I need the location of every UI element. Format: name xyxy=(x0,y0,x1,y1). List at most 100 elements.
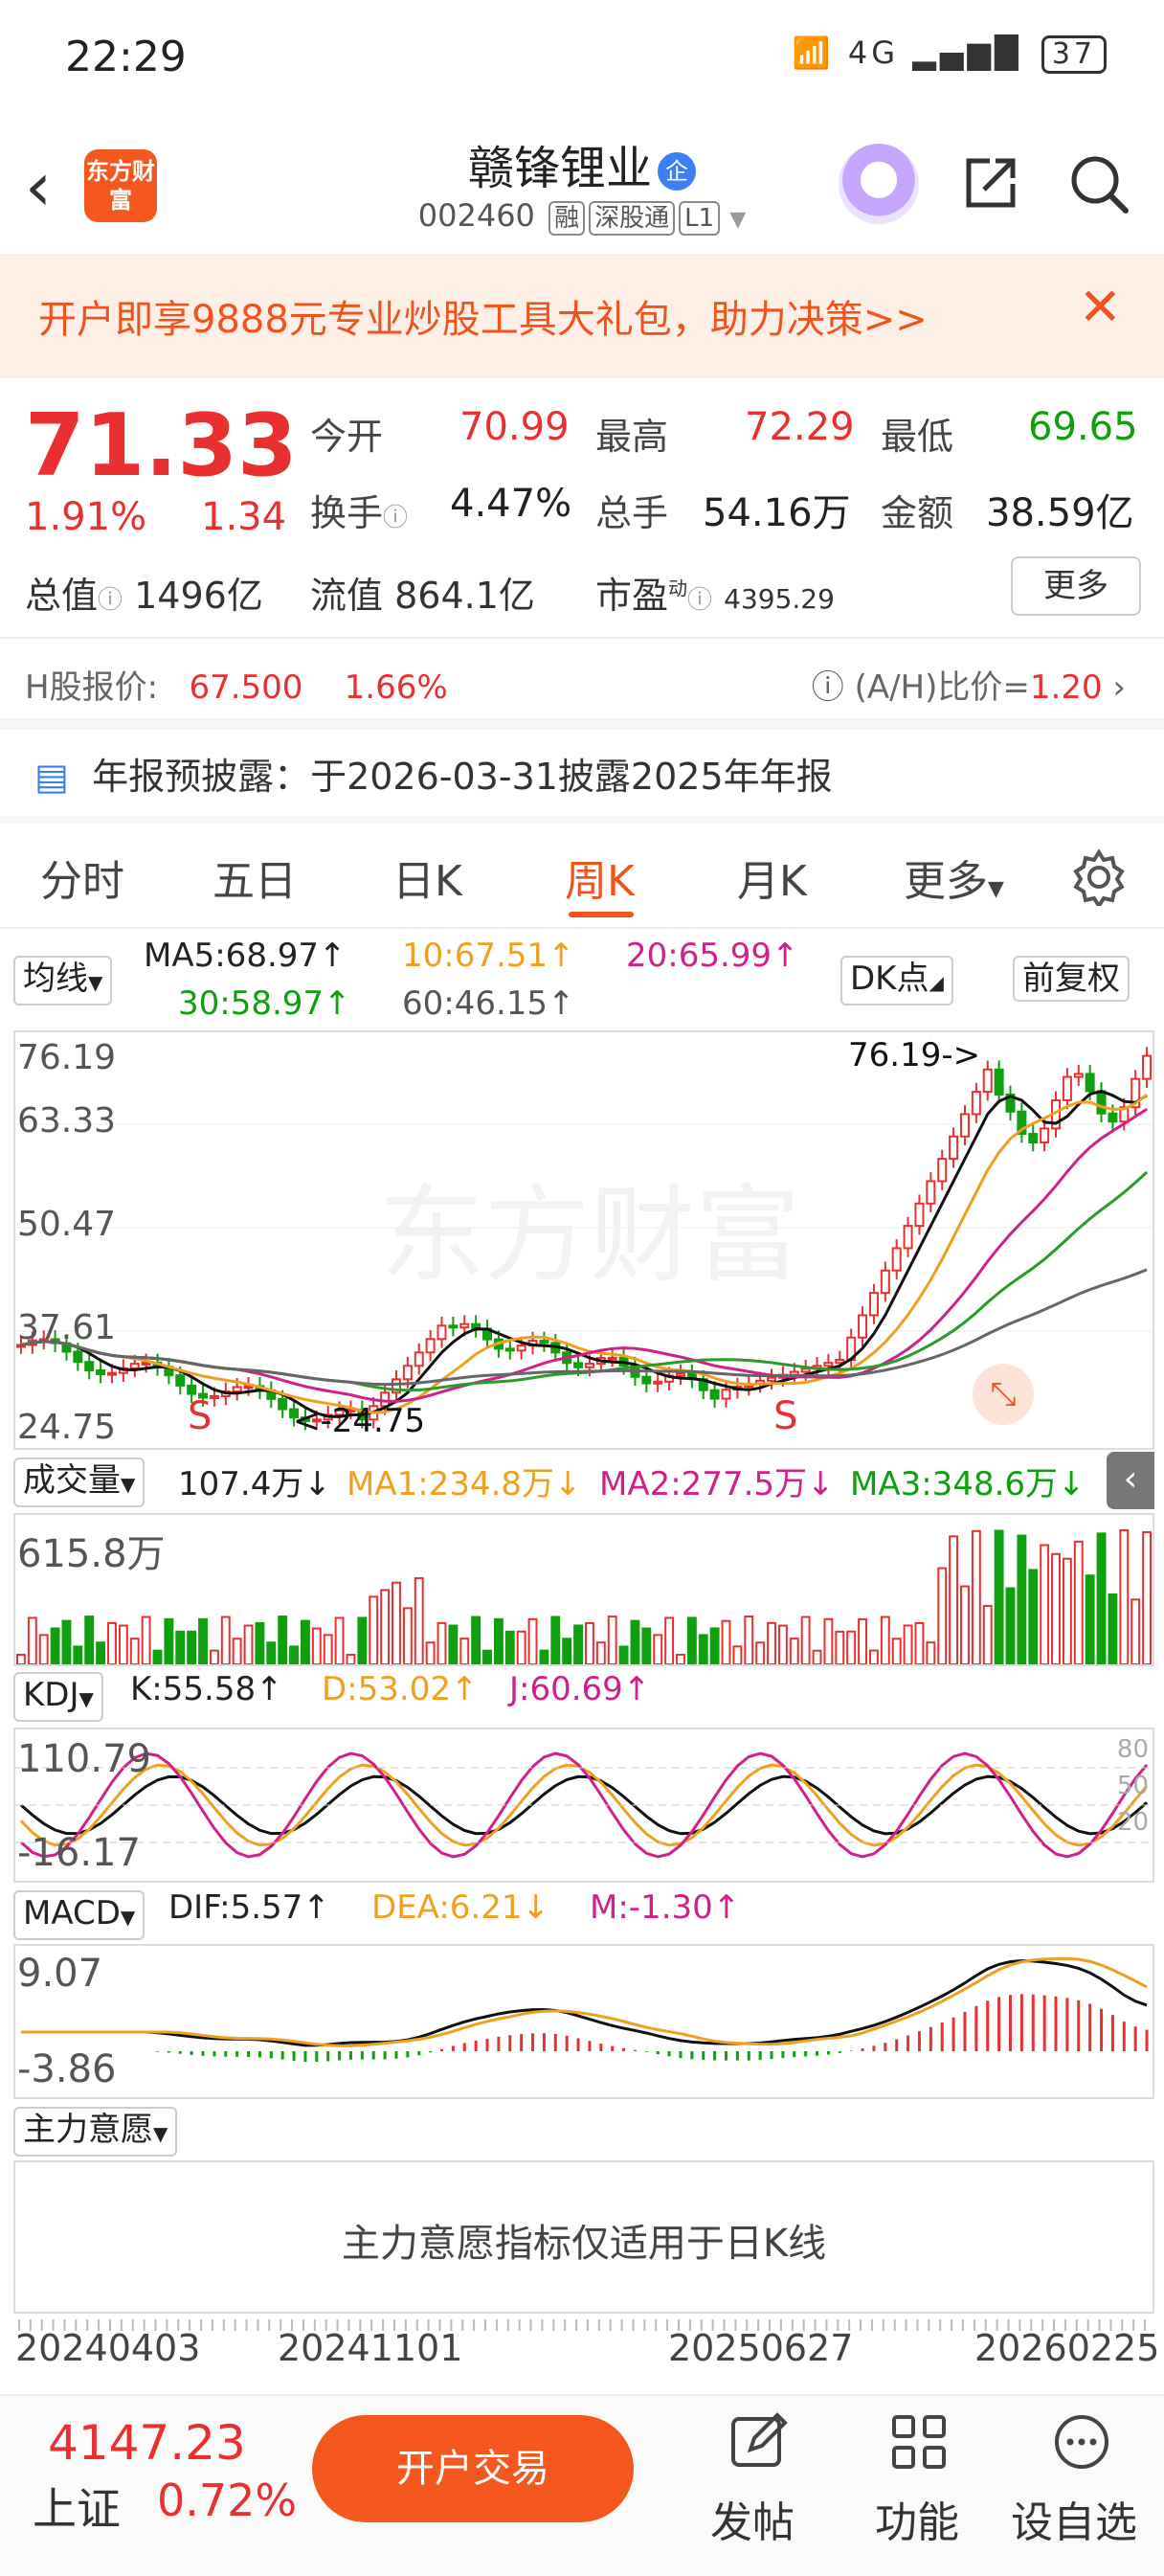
search-icon[interactable] xyxy=(1068,153,1130,215)
volume-bar xyxy=(835,1630,845,1664)
index-value[interactable]: 4147.23 xyxy=(48,2415,246,2471)
candle xyxy=(1096,1090,1107,1115)
volume-bar xyxy=(220,1616,231,1664)
kdj-y-top: 110.79 xyxy=(17,1737,151,1781)
volume-bar xyxy=(243,1624,254,1664)
kdj-chart[interactable]: 110.79 -16.17 80 50 20 xyxy=(13,1728,1154,1883)
index-name[interactable]: 上证 xyxy=(33,2474,121,2538)
volume-bar xyxy=(118,1624,128,1664)
volume-bar xyxy=(357,1616,368,1664)
macd-m: M:-1.30↑ xyxy=(590,1888,741,1927)
candle xyxy=(1073,1073,1084,1078)
edit-post-icon[interactable] xyxy=(728,2411,789,2473)
tab-monthly[interactable]: 月K xyxy=(737,847,807,908)
macd-selector[interactable]: MACD▼ xyxy=(13,1890,146,1940)
volume-selector[interactable]: 成交量▼ xyxy=(13,1457,146,1507)
volume-bar xyxy=(323,1634,333,1664)
volume-bar xyxy=(493,1617,504,1664)
sell-signal[interactable]: S xyxy=(188,1394,212,1438)
chevron-down-icon[interactable]: ▼ xyxy=(729,208,746,232)
volume-bar xyxy=(926,1641,936,1664)
candle xyxy=(425,1338,436,1354)
volume-bar xyxy=(994,1529,1004,1664)
candle xyxy=(653,1380,663,1385)
wifi-icon: 📶 xyxy=(792,34,835,71)
volume-y-tick: 615.8万 xyxy=(17,1532,166,1576)
float-value-row: 流值 864.1亿 xyxy=(310,575,535,617)
ma20-value: 20:65.99↑ xyxy=(626,937,799,975)
collapse-panel-button[interactable]: ‹ xyxy=(1107,1452,1154,1509)
tab-weekly[interactable]: 周K xyxy=(565,847,635,908)
candle xyxy=(971,1091,981,1116)
volume-bar xyxy=(1005,1587,1016,1664)
volume-bar xyxy=(789,1638,799,1664)
more-dots-icon[interactable] xyxy=(1051,2411,1112,2473)
volume-bar xyxy=(289,1645,299,1664)
info-icon[interactable]: ⓘ xyxy=(687,586,712,615)
high-label: 最高 xyxy=(595,416,669,458)
candle xyxy=(1108,1112,1118,1123)
candle xyxy=(584,1363,594,1368)
promo-banner[interactable]: 开户即享9888元专业炒股工具大礼包，助力决策>> ✕ xyxy=(0,254,1164,378)
tab-intraday[interactable]: 分时 xyxy=(40,847,124,908)
volume-bar xyxy=(846,1630,857,1664)
tab-more[interactable]: 更多▼ xyxy=(904,847,1004,908)
candle xyxy=(949,1135,959,1161)
more-quote-button[interactable]: 更多 xyxy=(1011,556,1141,616)
tab-daily[interactable]: 日K xyxy=(392,847,462,908)
kdj-selector[interactable]: KDJ▼ xyxy=(13,1672,103,1722)
stock-name: 赣锋锂业 xyxy=(467,142,652,195)
assistant-robot-icon[interactable] xyxy=(839,144,919,224)
annual-report-notice[interactable]: ▤ 年报预披露：于2026-03-31披露2025年年报 xyxy=(34,747,833,800)
adjust-selector[interactable]: 前复权 xyxy=(1013,956,1130,1002)
tab-five-day[interactable]: 五日 xyxy=(213,847,297,908)
macd-dea: DEA:6.21↓ xyxy=(371,1888,549,1927)
volume-bar xyxy=(971,1529,981,1664)
volume-bar xyxy=(16,1654,26,1664)
y-tick: 37.61 xyxy=(17,1308,117,1347)
macd-chart[interactable]: 9.07 -3.86 xyxy=(13,1944,1154,2099)
volume-bar xyxy=(209,1649,219,1664)
volume-bar xyxy=(61,1619,72,1664)
help-icon[interactable]: ⓘ xyxy=(812,668,844,707)
info-icon[interactable]: ⓘ xyxy=(383,504,408,532)
volume-bar xyxy=(653,1634,663,1664)
post-label[interactable]: 发帖 xyxy=(710,2488,795,2549)
function-grid-icon[interactable] xyxy=(888,2411,950,2473)
candle xyxy=(459,1322,470,1329)
candle xyxy=(641,1375,652,1385)
volume-chart[interactable]: 615.8万 xyxy=(13,1513,1154,1666)
sell-signal[interactable]: S xyxy=(773,1394,797,1438)
kline-chart[interactable]: 东方财富 76.19 63.33 50.47 37.61 24.75 76.19… xyxy=(13,1030,1154,1450)
gear-icon[interactable] xyxy=(1070,848,1128,906)
volume-bar xyxy=(1085,1574,1095,1664)
close-icon[interactable]: ✕ xyxy=(1079,277,1122,337)
volume-bar xyxy=(369,1595,379,1664)
dk-point-selector[interactable]: DK点◢ xyxy=(840,956,953,1006)
candle xyxy=(187,1384,197,1395)
candle xyxy=(448,1324,459,1329)
main-force-selector[interactable]: 主力意愿▼ xyxy=(13,2107,178,2157)
open-account-trade-button[interactable]: 开户交易 xyxy=(312,2415,634,2522)
candle xyxy=(436,1324,447,1341)
promo-text[interactable]: 开户即享9888元专业炒股工具大礼包，助力决策>> xyxy=(38,288,928,344)
ah-ratio[interactable]: ⓘ (A/H)比价=1.20 › xyxy=(812,661,1126,708)
macd-line xyxy=(20,1956,1148,2047)
fullscreen-icon[interactable]: ⤡ xyxy=(973,1364,1034,1425)
ma-selector[interactable]: 均线▼ xyxy=(13,956,113,1006)
float-value: 864.1亿 xyxy=(394,575,535,617)
price-change: 1.34 xyxy=(201,495,287,539)
volume-bar xyxy=(903,1624,913,1664)
volume-bar xyxy=(982,1604,993,1664)
open-label: 今开 xyxy=(310,416,384,458)
share-icon[interactable] xyxy=(961,153,1020,213)
h-share-row[interactable]: H股报价: 67.500 1.66% xyxy=(25,661,448,708)
index-pct[interactable]: 0.72% xyxy=(157,2474,297,2526)
function-label[interactable]: 功能 xyxy=(875,2488,959,2549)
add-watchlist-label[interactable]: 设自选 xyxy=(1011,2488,1137,2549)
volume-bar xyxy=(425,1641,436,1664)
info-icon[interactable]: ⓘ xyxy=(98,586,123,615)
chevron-right-icon: › xyxy=(1112,668,1126,707)
volume-bar xyxy=(914,1621,925,1664)
bottom-bar: 4147.23 上证 0.72% 开户交易 发帖 功能 设自选 xyxy=(0,2394,1164,2576)
